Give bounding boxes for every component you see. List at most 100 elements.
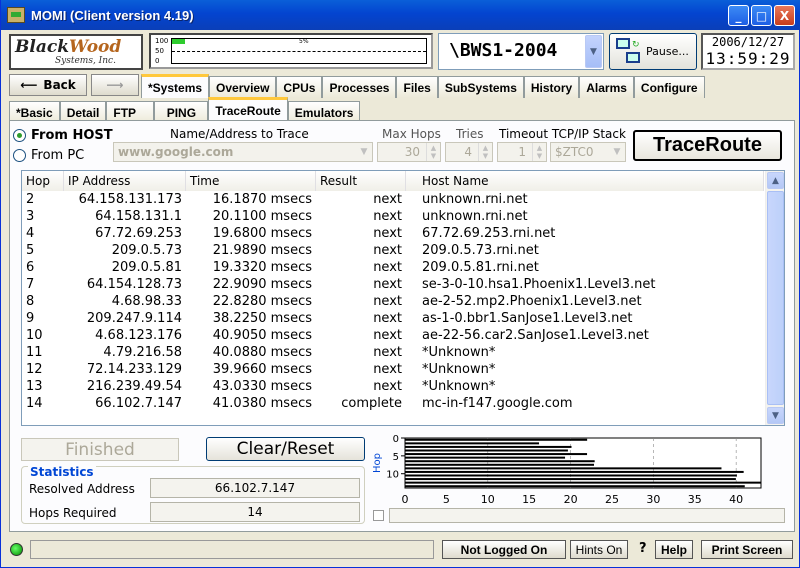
company-logo: BlackWood Systems, Inc. bbox=[9, 34, 143, 70]
column-header-result[interactable]: Result bbox=[316, 171, 406, 191]
chart-checkbox[interactable] bbox=[373, 510, 384, 521]
cell-host-name: 209.0.5.81.rni.net bbox=[422, 260, 539, 275]
chevron-down-icon[interactable]: ▼ bbox=[609, 143, 625, 161]
chart-bar bbox=[405, 470, 744, 473]
tries-stepper[interactable]: 4 ▲ ▼ bbox=[445, 142, 493, 162]
table-row[interactable]: 4 67.72.69.253 19.6800 msecs next 67.72.69.2… bbox=[22, 226, 764, 243]
cell-result: next bbox=[373, 209, 402, 224]
spin-arrows-icon[interactable]: ▲ ▼ bbox=[532, 143, 546, 161]
tcpip-stack-select[interactable]: $ZTC0 ▼ bbox=[550, 142, 626, 162]
tab-systems[interactable]: *Systems bbox=[141, 74, 210, 98]
cpu-scale-100: 100 bbox=[155, 37, 169, 45]
resolved-address-value: 66.102.7.147 bbox=[150, 478, 360, 498]
scroll-down-icon[interactable]: ▼ bbox=[767, 407, 784, 424]
cell-time: 38.2250 msecs bbox=[212, 311, 312, 326]
title-bar[interactable]: MOMI (Client version 4.19) _ □ X bbox=[1, 0, 800, 30]
pause-button[interactable]: ↻ Pause... bbox=[609, 33, 697, 70]
cell-time: 21.9890 msecs bbox=[212, 243, 312, 258]
table-row[interactable]: 11 4.79.216.58 40.0880 msecs next *Unknown* bbox=[22, 345, 764, 362]
maximize-button[interactable]: □ bbox=[751, 5, 772, 26]
tab-traceroute[interactable]: TraceRoute bbox=[208, 97, 288, 121]
pause-button-label: Pause... bbox=[646, 45, 689, 58]
cell-host-name: 209.0.5.73.rni.net bbox=[422, 243, 539, 258]
cell-host-name: as-1-0.bbr1.SanJose1.Level3.net bbox=[422, 311, 633, 326]
cpu-scale-50: 50 bbox=[155, 47, 164, 55]
timeout-value: 1 bbox=[518, 145, 526, 159]
timeout-stepper[interactable]: 1 ▲ ▼ bbox=[497, 142, 547, 162]
cell-hop: 14 bbox=[26, 396, 43, 411]
name-address-input[interactable]: www.google.com ▼ bbox=[113, 142, 373, 162]
cell-host-name: 67.72.69.253.rni.net bbox=[422, 226, 556, 241]
table-row[interactable]: 14 66.102.7.147 41.0380 msecs complete mc-in… bbox=[22, 396, 764, 413]
help-question-icon[interactable]: ? bbox=[639, 541, 647, 556]
clear-reset-button[interactable]: Clear/Reset bbox=[206, 437, 365, 461]
tab-configure[interactable]: Configure bbox=[633, 76, 705, 98]
finished-button[interactable]: Finished bbox=[21, 438, 179, 461]
tab-alarms[interactable]: Alarms bbox=[579, 76, 634, 98]
table-header: Hop IP Address Time Result Host Name bbox=[22, 171, 764, 191]
forward-button[interactable]: ⟶ bbox=[91, 74, 139, 96]
table-row[interactable]: 7 64.154.128.73 22.9090 msecs next se-3-0-10… bbox=[22, 277, 764, 294]
traceroute-results-table: Hop IP Address Time Result Host Name 2 64… bbox=[21, 170, 785, 426]
table-row[interactable]: 3 64.158.131.1 20.1100 msecs next unknown.rn… bbox=[22, 209, 764, 226]
system-select[interactable]: \BWS1-2004 ▼ bbox=[438, 33, 604, 70]
table-row[interactable]: 6 209.0.5.81 19.3320 msecs next 209.0.5.81.r… bbox=[22, 260, 764, 277]
tab-subsystems[interactable]: SubSystems bbox=[437, 76, 524, 98]
timeout-stack-label: Timeout TCP/IP Stack bbox=[499, 127, 626, 141]
chart-bar bbox=[405, 467, 722, 470]
table-row[interactable]: 10 4.68.123.176 40.9050 msecs next ae-22-56.… bbox=[22, 328, 764, 345]
table-row[interactable]: 13 216.239.49.54 43.0330 msecs next *Unknown… bbox=[22, 379, 764, 396]
spin-arrows-icon[interactable]: ▲ ▼ bbox=[478, 143, 492, 161]
spin-arrows-icon[interactable]: ▲ ▼ bbox=[426, 143, 440, 161]
chart-y-tick-label: 0 bbox=[393, 434, 399, 445]
column-header-host[interactable]: Host Name bbox=[406, 171, 764, 191]
cell-host-name: unknown.rni.net bbox=[422, 209, 528, 224]
max-hops-stepper[interactable]: 30 ▲ ▼ bbox=[377, 142, 441, 162]
chevron-down-icon[interactable]: ▼ bbox=[356, 143, 372, 161]
chart-y-tick-label: 5 bbox=[393, 452, 399, 463]
print-screen-button[interactable]: Print Screen bbox=[701, 540, 793, 559]
help-button[interactable]: Help bbox=[655, 540, 693, 559]
clock-display: 2006/12/27 13:59:29 bbox=[701, 33, 795, 70]
tab-files[interactable]: Files bbox=[396, 76, 438, 98]
cell-hop: 12 bbox=[26, 362, 43, 377]
cell-result: next bbox=[373, 294, 402, 309]
not-logged-on-button[interactable]: Not Logged On bbox=[442, 540, 566, 559]
hints-on-button[interactable]: Hints On bbox=[570, 540, 628, 559]
chart-bar bbox=[405, 449, 568, 452]
tab-cpus[interactable]: CPUs bbox=[276, 76, 323, 98]
statistics-group: Statistics Resolved Address 66.102.7.147… bbox=[21, 465, 365, 524]
scrollbar-thumb[interactable] bbox=[767, 191, 784, 405]
cell-hop: 13 bbox=[26, 379, 43, 394]
cell-host-name: ae-2-52.mp2.Phoenix1.Level3.net bbox=[422, 294, 642, 309]
close-button[interactable]: X bbox=[774, 5, 795, 26]
chevron-down-icon[interactable]: ▼ bbox=[585, 35, 602, 68]
minimize-button[interactable]: _ bbox=[728, 5, 749, 26]
from-host-radio[interactable]: From HOST bbox=[13, 128, 113, 143]
tab-processes[interactable]: Processes bbox=[322, 76, 397, 98]
chart-horizontal-scrollbar[interactable] bbox=[389, 508, 785, 523]
chart-bar bbox=[405, 453, 588, 456]
cell-hop: 7 bbox=[26, 277, 35, 292]
table-row[interactable]: 9 209.247.9.114 38.2250 msecs next as-1-0.bb… bbox=[22, 311, 764, 328]
table-row[interactable]: 2 64.158.131.173 16.1870 msecs next unknown.… bbox=[22, 192, 764, 209]
cell-result: next bbox=[373, 379, 402, 394]
tries-value: 4 bbox=[464, 145, 472, 159]
tab-overview[interactable]: Overview bbox=[209, 76, 277, 98]
cell-hop: 9 bbox=[26, 311, 35, 326]
column-header-ip[interactable]: IP Address bbox=[64, 171, 186, 191]
from-pc-radio[interactable]: From PC bbox=[13, 148, 84, 163]
cell-ip-address: 4.79.216.58 bbox=[103, 345, 182, 360]
table-row[interactable]: 5 209.0.5.73 21.9890 msecs next 209.0.5.73.r… bbox=[22, 243, 764, 260]
cell-host-name: *Unknown* bbox=[422, 362, 496, 377]
window-title: MOMI (Client version 4.19) bbox=[31, 7, 194, 23]
traceroute-button[interactable]: TraceRoute bbox=[633, 130, 782, 161]
column-header-time[interactable]: Time bbox=[186, 171, 316, 191]
column-header-hop[interactable]: Hop bbox=[22, 171, 64, 191]
vertical-scrollbar[interactable]: ▲ ▼ bbox=[765, 171, 784, 425]
back-button[interactable]: ⟵ Back bbox=[9, 74, 87, 96]
scroll-up-icon[interactable]: ▲ bbox=[767, 172, 784, 189]
tab-history[interactable]: History bbox=[523, 76, 580, 98]
table-row[interactable]: 8 4.68.98.33 22.8280 msecs next ae-2-52.mp2.… bbox=[22, 294, 764, 311]
table-row[interactable]: 12 72.14.233.129 39.9660 msecs next *Unknown… bbox=[22, 362, 764, 379]
